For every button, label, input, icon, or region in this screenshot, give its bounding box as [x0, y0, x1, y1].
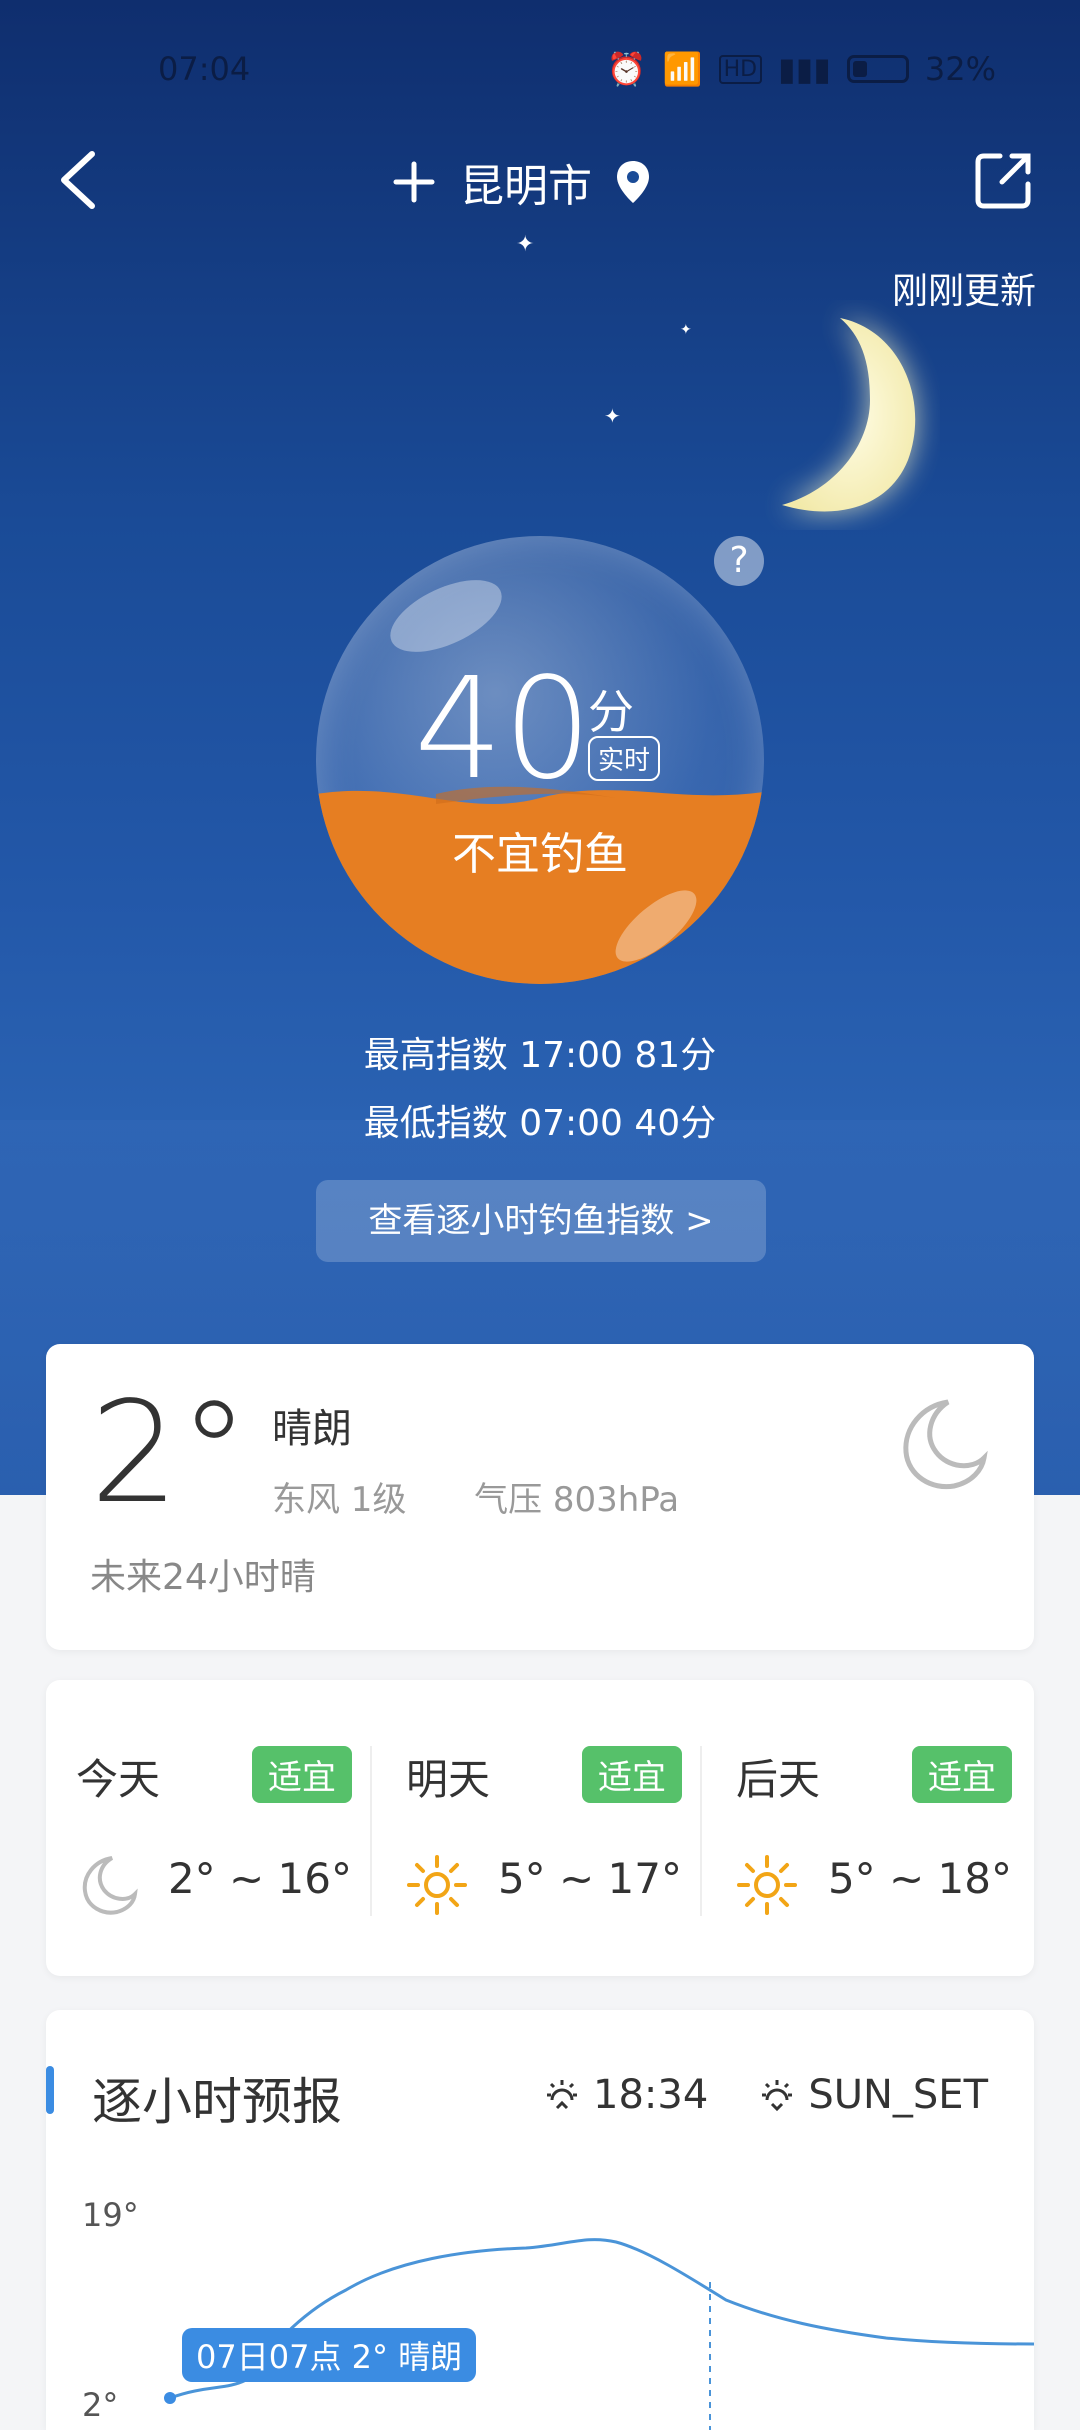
- moon-icon: [903, 1399, 988, 1490]
- day-name: 今天: [76, 1755, 161, 1804]
- city-selector[interactable]: 昆明市: [390, 150, 652, 214]
- min-index: 最低指数 07:00 40分: [363, 1103, 717, 1144]
- fishing-verdict: 不宜钓鱼: [452, 829, 628, 880]
- suitable-badge: 适宜: [252, 1746, 352, 1803]
- hero-section: 07:04 ⏰ 📶 HD ▮▮▮ 32% 昆明市 刚刚更新 ✦ ✦ ✦ ? 40…: [0, 0, 1080, 1495]
- location-pin-icon: [617, 161, 649, 203]
- temp-range: 2° ~ 16°: [167, 1854, 352, 1903]
- day-today[interactable]: 今天 适宜 2° ~ 16°: [46, 1680, 376, 1976]
- three-day-card: 今天 适宜 2° ~ 16° 明天 适宜 5° ~ 17° 后天 适宜 5° ~…: [46, 1680, 1034, 1976]
- temp-range: 5° ~ 18°: [827, 1854, 1012, 1903]
- forecast-24h: 未来24小时晴: [90, 1557, 316, 1598]
- moon-icon: [82, 1856, 138, 1915]
- suitable-badge: 适宜: [582, 1746, 682, 1803]
- day-name: 后天: [736, 1755, 821, 1804]
- status-bar: 07:04 ⏰ 📶 HD ▮▮▮ 32%: [0, 50, 1080, 90]
- current-condition: 晴朗: [272, 1406, 352, 1452]
- add-city-icon[interactable]: [390, 158, 438, 206]
- star-icon: ✦: [604, 404, 621, 428]
- crescent-moon-icon: [782, 318, 916, 512]
- alarm-icon: ⏰: [606, 50, 647, 88]
- suitable-badge: 适宜: [912, 1746, 1012, 1803]
- status-icons: ⏰ 📶 HD ▮▮▮ 32%: [607, 50, 996, 88]
- temp-range: 5° ~ 17°: [497, 1854, 682, 1903]
- day-after-tomorrow[interactable]: 后天 适宜 5° ~ 18°: [706, 1680, 1036, 1976]
- hd-icon: HD: [718, 54, 763, 84]
- pressure-label: 气压 803hPa: [474, 1480, 680, 1520]
- fishing-score: 40: [414, 648, 593, 811]
- back-icon[interactable]: [56, 148, 116, 212]
- current-temp: 2°: [90, 1372, 250, 1535]
- live-badge: 实时: [588, 736, 661, 781]
- share-icon[interactable]: [972, 148, 1036, 212]
- hourly-tooltip: 07日07点 2° 晴朗: [182, 2328, 477, 2382]
- current-point: [164, 2392, 176, 2404]
- hourly-fishing-button[interactable]: 查看逐小时钓鱼指数 >: [316, 1180, 766, 1262]
- current-weather-card: 2° 晴朗 东风 1级 气压 803hPa 未来24小时晴: [46, 1344, 1034, 1650]
- wind-pressure: 东风 1级 气压 803hPa: [272, 1472, 679, 1521]
- day-name: 明天: [406, 1755, 491, 1804]
- battery-icon: [846, 55, 909, 83]
- city-name[interactable]: 昆明市: [460, 150, 592, 214]
- status-time: 07:04: [158, 50, 251, 88]
- score-unit: 分: [588, 685, 634, 739]
- sun-icon: [737, 1855, 797, 1915]
- battery-percent: 32%: [924, 50, 996, 88]
- star-icon: ✦: [516, 232, 535, 257]
- star-icon: ✦: [680, 322, 692, 338]
- sun-icon: [407, 1855, 467, 1915]
- signal-icon: ▮▮▮: [778, 50, 831, 88]
- wifi-icon: 📶: [662, 50, 703, 88]
- top-bar: 昆明市: [0, 140, 1080, 220]
- hourly-forecast-card: 逐小时预报 18:34 SUN_SET 19° 2° 07日07点 2° 晴朗: [46, 2010, 1034, 2430]
- day-tomorrow[interactable]: 明天 适宜 5° ~ 17°: [376, 1680, 706, 1976]
- wind-label: 东风 1级: [272, 1480, 407, 1520]
- divider: [700, 1746, 702, 1916]
- divider: [370, 1746, 372, 1916]
- max-index: 最高指数 17:00 81分: [363, 1035, 717, 1076]
